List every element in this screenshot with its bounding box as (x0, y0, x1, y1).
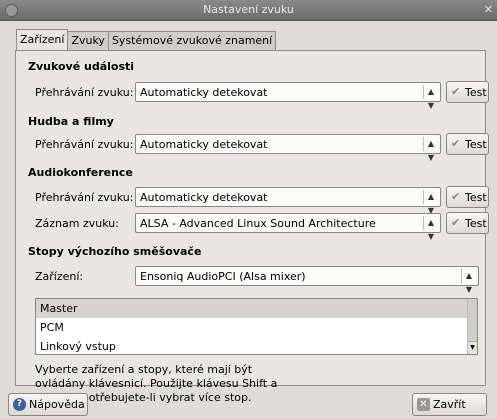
help-button[interactable]: ? Nápověda (8, 393, 88, 416)
section-conference-heading: Audiokonference (28, 166, 133, 179)
mixer-device-label: Zařízení: (35, 270, 84, 283)
check-icon: ✔ (451, 190, 461, 203)
tab-sounds[interactable]: Zvuky (67, 31, 109, 50)
list-item[interactable]: Master (36, 299, 477, 318)
scrollbar-thumb[interactable] (468, 299, 477, 342)
help-button-label: Nápověda (29, 398, 85, 411)
close-icon: ✕ (417, 398, 430, 411)
conference-record-select[interactable]: ALSA - Advanced Linux Sound Architecture… (135, 213, 441, 241)
conference-playback-select[interactable]: Automaticky detekovat ▲ ▼ (135, 187, 441, 215)
music-test-button[interactable]: ✔ Test (446, 133, 489, 155)
title-bar[interactable]: Nastavení zvuku ✕ (0, 0, 497, 21)
tab-devices[interactable]: Zařízení (16, 29, 69, 50)
music-playback-value: Automaticky detekovat (140, 138, 268, 151)
section-events-heading: Zvukové události (28, 60, 135, 73)
conference-playback-test-label: Test (465, 191, 487, 204)
close-button-label: Zavřít (433, 398, 466, 411)
chevron-updown-icon: ▲ ▼ (423, 216, 438, 241)
conference-playback-value: Automaticky detekovat (140, 191, 268, 204)
section-mixer-heading: Stopy výchozího směšovače (28, 245, 202, 258)
help-icon: ? (13, 398, 26, 411)
conference-record-label: Záznam zvuku: (35, 217, 119, 230)
music-test-label: Test (465, 138, 487, 151)
mixer-device-value: Ensoniq AudioPCI (Alsa mixer) (140, 270, 306, 283)
conference-playback-test-button[interactable]: ✔ Test (446, 186, 489, 208)
events-playback-value: Automaticky detekovat (140, 86, 268, 99)
chevron-updown-icon: ▲ ▼ (461, 269, 476, 294)
music-playback-label: Přehrávání zvuku: (35, 138, 134, 151)
mixer-track-list[interactable]: Master PCM Linkový vstup ▼ (35, 298, 478, 355)
events-test-button[interactable]: ✔ Test (446, 81, 489, 103)
scroll-down-arrow-icon[interactable]: ▼ (468, 342, 477, 354)
tab-system-beep[interactable]: Systémové zvukové znamení (107, 31, 277, 50)
window-title: Nastavení zvuku (203, 3, 294, 16)
conference-record-test-button[interactable]: ✔ Test (446, 212, 489, 234)
conference-playback-label: Přehrávání zvuku: (35, 191, 134, 204)
events-test-label: Test (465, 86, 487, 99)
chevron-updown-icon: ▲ ▼ (423, 137, 438, 162)
conference-record-test-label: Test (465, 217, 487, 230)
events-playback-select[interactable]: Automaticky detekovat ▲ ▼ (135, 82, 441, 110)
events-playback-label: Přehrávání zvuku: (35, 86, 134, 99)
list-item[interactable]: PCM (36, 318, 477, 337)
tab-page-devices: Zvukové události Přehrávání zvuku: Autom… (15, 50, 489, 404)
dialog: Zařízení Zvuky Systémové zvukové znamení… (0, 21, 497, 419)
tab-bar: Zařízení Zvuky Systémové zvukové znamení (16, 29, 277, 51)
check-icon: ✔ (451, 85, 461, 98)
list-scrollbar[interactable]: ▼ (467, 299, 477, 354)
close-button[interactable]: ✕ Zavřít (412, 393, 487, 416)
close-icon[interactable]: ✕ (484, 3, 493, 16)
list-item[interactable]: Linkový vstup (36, 337, 477, 354)
mixer-device-select[interactable]: Ensoniq AudioPCI (Alsa mixer) ▲ ▼ (135, 266, 479, 294)
section-music-heading: Hudba a filmy (28, 115, 114, 128)
check-icon: ✔ (451, 216, 461, 229)
check-icon: ✔ (451, 137, 461, 150)
music-playback-select[interactable]: Automaticky detekovat ▲ ▼ (135, 134, 441, 162)
chevron-updown-icon: ▲ ▼ (423, 190, 438, 215)
chevron-updown-icon: ▲ ▼ (423, 85, 438, 110)
conference-record-value: ALSA - Advanced Linux Sound Architecture (140, 217, 376, 230)
